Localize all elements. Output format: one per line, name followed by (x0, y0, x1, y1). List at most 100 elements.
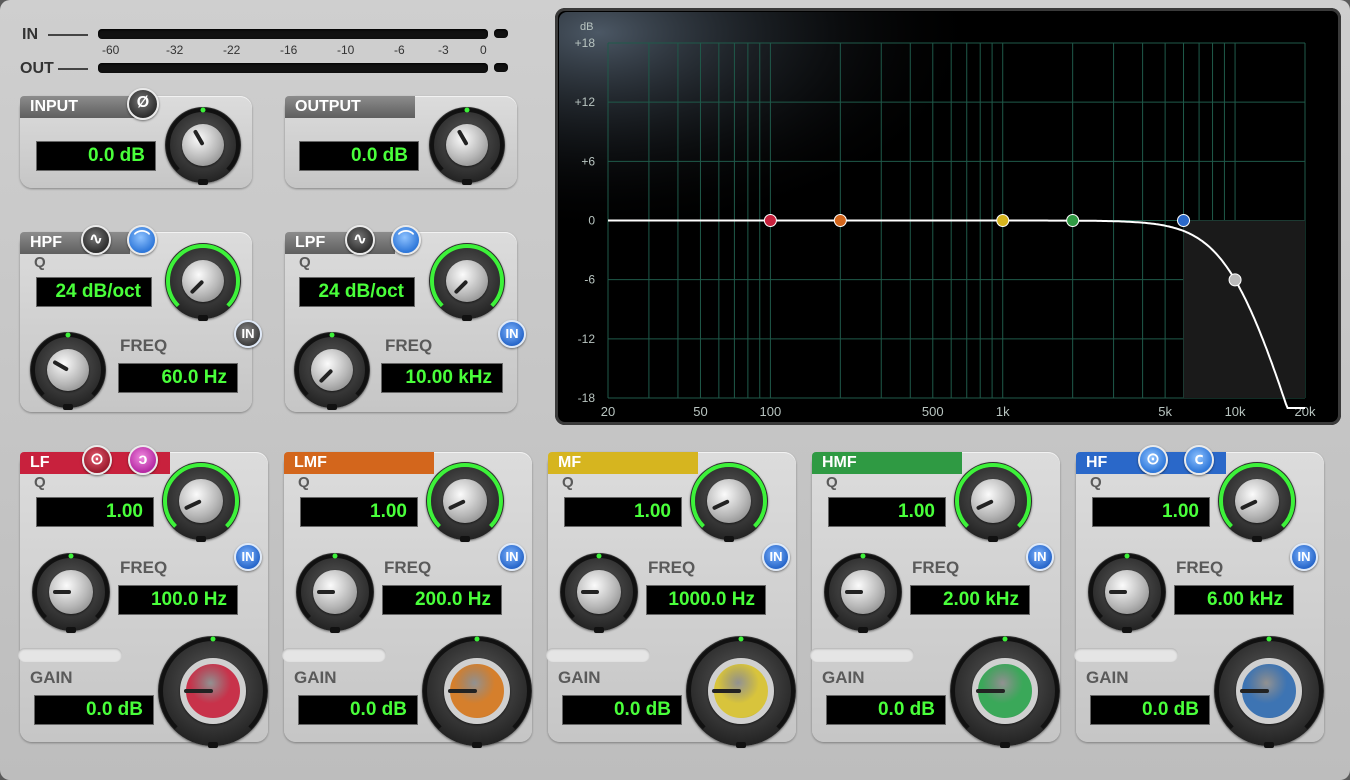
knob-pointer (448, 689, 477, 693)
y-tick-label: 0 (588, 214, 595, 228)
output-level-meter (98, 63, 488, 73)
x-tick-label: 10k (1225, 404, 1246, 419)
hpf-slope-display[interactable]: 24 dB/oct (36, 277, 152, 307)
lf-q-display[interactable]: 1.00 (36, 497, 154, 527)
lmf-freq-display[interactable]: 200.0 Hz (382, 585, 502, 615)
x-tick-label: 20 (601, 404, 615, 419)
lpf-notch-button[interactable]: ∿ (345, 225, 375, 255)
lpf-slope-knob[interactable] (429, 243, 505, 321)
knob-pointer (581, 590, 599, 594)
eq-node-hmf[interactable] (1066, 214, 1080, 227)
mf-gain-knob[interactable] (686, 636, 796, 748)
hpf-notch-button[interactable]: ∿ (81, 225, 111, 255)
mf-freq-knob[interactable] (560, 553, 638, 633)
meter-scale-tick: -22 (223, 43, 241, 57)
mf-freq-display[interactable]: 1000.0 Hz (646, 585, 766, 615)
mf-gain-display[interactable]: 0.0 dB (562, 695, 682, 725)
output-clip-indicator[interactable] (494, 63, 508, 72)
mf-q-display[interactable]: 1.00 (564, 497, 682, 527)
hf-gain-label: GAIN (1086, 668, 1129, 687)
eq-plugin-window: IN -60 -32 -22 -16 -10 -6 -3 0 OUT INPUT… (0, 0, 1350, 780)
hpf-freq-label: FREQ (120, 336, 168, 355)
x-tick-label: 50 (693, 404, 707, 419)
hpf-freq-knob[interactable] (30, 332, 106, 410)
knob-notch (462, 179, 472, 185)
lf-in-button[interactable]: IN (234, 543, 262, 571)
lf-shelf-button[interactable]: ↄ (128, 445, 158, 475)
hf-freq-display[interactable]: 6.00 kHz (1174, 585, 1294, 615)
lmf-in-button[interactable]: IN (498, 543, 526, 571)
lf-freq-label: FREQ (120, 558, 168, 577)
hpf-freq-display[interactable]: 60.0 Hz (118, 363, 238, 393)
hmf-q-knob[interactable] (954, 462, 1032, 542)
hmf-divider (810, 648, 914, 662)
hmf-freq-knob[interactable] (824, 553, 902, 633)
lf-gain-label: GAIN (30, 668, 73, 687)
lpf-slope-display[interactable]: 24 dB/oct (299, 277, 415, 307)
lpf-freq-knob[interactable] (294, 332, 370, 410)
y-tick-label: -12 (578, 332, 596, 346)
lpf-in-button[interactable]: IN (498, 320, 526, 348)
knob-notch (196, 536, 206, 542)
hf-gain-knob[interactable] (1214, 636, 1324, 748)
hpf-highpass-button[interactable]: ⌒ (127, 225, 157, 255)
hf-shelf-button[interactable]: ⅽ (1184, 445, 1214, 475)
lmf-q-label: Q (298, 474, 310, 491)
lf-gain-knob[interactable] (158, 636, 268, 748)
hmf-gain-display[interactable]: 0.0 dB (826, 695, 946, 725)
hmf-in-button[interactable]: IN (1026, 543, 1054, 571)
knob-notch (858, 627, 868, 633)
output-gain-knob[interactable] (429, 107, 505, 185)
eq-curve-display[interactable]: +18 +12 +6 0 -6 -12 -18 dB 20 50 100 500 1k 5k 10k 20k (555, 8, 1341, 425)
output-title: OUTPUT (285, 96, 415, 118)
phase-invert-button[interactable]: Ø (127, 88, 159, 120)
lmf-gain-knob[interactable] (422, 636, 532, 748)
hf-bell-button[interactable]: ⊙ (1138, 445, 1168, 475)
knob-notch (594, 627, 604, 633)
hmf-gain-knob[interactable] (950, 636, 1060, 748)
lf-bell-button[interactable]: ⊙ (82, 445, 112, 475)
bell-shape-icon: ⊙ (90, 451, 104, 468)
lmf-q-display[interactable]: 1.00 (300, 497, 418, 527)
output-gain-display[interactable]: 0.0 dB (299, 141, 419, 171)
lpf-q-label: Q (299, 254, 311, 271)
lpf-freq-display[interactable]: 10.00 kHz (381, 363, 503, 393)
eq-node-lmf[interactable] (833, 214, 847, 227)
eq-node-lpf[interactable] (1228, 273, 1242, 287)
eq-node-lf[interactable] (763, 214, 777, 227)
lf-freq-knob[interactable] (32, 553, 110, 633)
lf-gain-display[interactable]: 0.0 dB (34, 695, 154, 725)
knob-notch (208, 742, 218, 748)
mf-in-button[interactable]: IN (762, 543, 790, 571)
y-tick-label: -18 (578, 391, 596, 405)
hf-freq-knob[interactable] (1088, 553, 1166, 633)
lf-q-knob[interactable] (162, 462, 240, 542)
eq-node-hf[interactable] (1177, 214, 1191, 227)
hpf-slope-knob[interactable] (165, 243, 241, 321)
lf-freq-display[interactable]: 100.0 Hz (118, 585, 238, 615)
hf-gain-display[interactable]: 0.0 dB (1090, 695, 1210, 725)
lmf-freq-label: FREQ (384, 558, 432, 577)
hmf-freq-display[interactable]: 2.00 kHz (910, 585, 1030, 615)
hpf-in-button[interactable]: IN (234, 320, 262, 348)
lmf-divider (282, 648, 386, 662)
lmf-gain-display[interactable]: 0.0 dB (298, 695, 418, 725)
hf-q-knob[interactable] (1218, 462, 1296, 542)
eq-node-mf[interactable] (996, 214, 1010, 227)
hmf-q-display[interactable]: 1.00 (828, 497, 946, 527)
input-gain-knob[interactable] (165, 107, 241, 185)
lmf-freq-knob[interactable] (296, 553, 374, 633)
knob-notch (198, 315, 208, 321)
lpf-title: LPF (285, 232, 395, 254)
hf-in-button[interactable]: IN (1290, 543, 1318, 571)
input-gain-display[interactable]: 0.0 dB (36, 141, 156, 171)
in-meter-connector (48, 34, 88, 36)
input-clip-indicator[interactable] (494, 29, 508, 38)
mf-q-knob[interactable] (690, 462, 768, 542)
hf-q-display[interactable]: 1.00 (1092, 497, 1210, 527)
eq-graph-svg[interactable]: +18 +12 +6 0 -6 -12 -18 dB 20 50 100 500 1k 5k 10k 20k (555, 8, 1341, 425)
meter-scale-tick: 0 (480, 43, 487, 57)
lpf-lowpass-button[interactable]: ⌒ (391, 225, 421, 255)
lmf-q-knob[interactable] (426, 462, 504, 542)
input-level-meter (98, 29, 488, 39)
